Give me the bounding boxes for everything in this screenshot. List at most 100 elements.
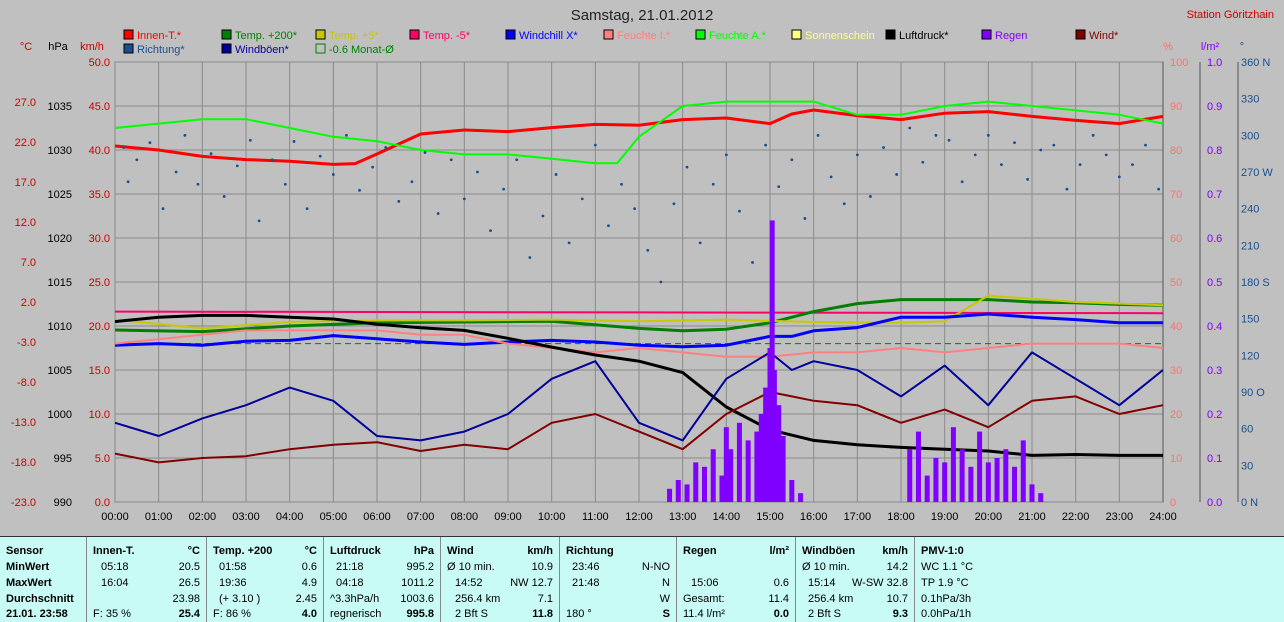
boeen-avg10-label: Ø 10 min. — [802, 561, 850, 573]
stats-col-pmv: PMV-1:0 WC 1.1 °C TP 1.9 °C 0.1hPa/3h 0.… — [915, 537, 1015, 622]
innen-now: 25.4 — [178, 608, 200, 620]
direction-point — [148, 141, 152, 145]
druck-trend: ^3.3hPa/h — [330, 593, 380, 605]
rain-bar — [924, 475, 930, 502]
rain-bar — [702, 466, 707, 502]
wind-distance: 256.4 km — [455, 593, 501, 605]
temp-min-value: 0.6 — [301, 561, 317, 573]
humidity_pct-tick-label: 90 — [1170, 101, 1182, 113]
rain-bar — [1029, 484, 1035, 502]
rain_lm2-tick-label: 0.9 — [1207, 101, 1222, 113]
direction-point — [410, 180, 414, 184]
boeen-avg10-value: 14.2 — [886, 561, 908, 573]
direction-point — [1091, 133, 1095, 137]
direction-point — [790, 158, 794, 162]
direction-point — [122, 146, 126, 149]
boeen-distance: 256.4 km — [808, 593, 854, 605]
direction-point — [659, 280, 663, 284]
rain-bar — [780, 436, 786, 502]
pressure_hpa-tick-label: 990 — [54, 497, 72, 509]
direction-point — [515, 158, 519, 162]
wind_kmh-tick-label: 25.0 — [89, 277, 110, 289]
legend-label: Windchill X* — [519, 30, 578, 42]
druck-forecast: regnerisch — [330, 608, 382, 620]
wind-unit: km/h — [527, 545, 553, 557]
pmv-trend-3h: 0.1hPa/3h — [921, 593, 972, 605]
legend-label: -0.6 Monat-Ø — [329, 44, 394, 56]
direction-point — [908, 126, 912, 130]
rain-bar — [719, 475, 725, 502]
direction-point — [183, 133, 187, 137]
pressure_hpa-tick-label: 995 — [54, 453, 72, 465]
direction-point — [283, 182, 287, 186]
temp_c-tick-label: 2.0 — [21, 297, 36, 309]
direction-point — [135, 158, 139, 162]
rain-bar — [985, 462, 991, 502]
rain-bar — [710, 449, 716, 502]
humidity_pct-tick-label: 60 — [1170, 233, 1182, 245]
rain_lm2-tick-label: 0.1 — [1207, 453, 1222, 465]
direction-point — [222, 195, 226, 198]
pressure_hpa-unit-label: hPa — [48, 41, 68, 53]
humidity_pct-tick-label: 10 — [1170, 453, 1182, 465]
direction-point — [397, 199, 401, 203]
temp-now: 4.0 — [301, 608, 317, 620]
rain-bar — [959, 449, 965, 502]
direction-point — [318, 154, 322, 158]
innen-min-value: 20.5 — [178, 561, 200, 573]
pressure_hpa-tick-label: 1035 — [48, 101, 72, 113]
x-tick-label: 12:00 — [625, 511, 653, 523]
direction-tick-label: 150 — [1241, 314, 1259, 326]
direction-point — [436, 212, 440, 215]
direction-point — [384, 146, 388, 149]
direction-point — [738, 209, 741, 213]
temp-max-time: 19:36 — [219, 577, 247, 589]
direction-point — [869, 195, 872, 198]
x-tick-label: 15:00 — [756, 511, 784, 523]
rain-bar — [933, 458, 939, 502]
direction-point — [580, 197, 584, 201]
direction-point — [855, 153, 859, 157]
stats-table: Sensor MinWert MaxWert Durchschnitt 21.0… — [0, 536, 1284, 622]
min-label: MinWert — [6, 561, 50, 573]
stats-col-wind: Wind km/h Ø 10 min. 10.9 14:52 NW 12.7 256.… — [441, 537, 560, 622]
wind-avg: 7.1 — [537, 593, 553, 605]
rain-bar — [789, 480, 795, 502]
direction-point — [816, 133, 820, 137]
rain_lm2-tick-label: 0.7 — [1207, 189, 1222, 201]
humidity_pct-tick-label: 80 — [1170, 145, 1182, 157]
legend-label: Temp. +5* — [329, 30, 380, 42]
temp_c-tick-label: -3.0 — [17, 337, 36, 349]
wind-now: 11.8 — [532, 608, 553, 620]
legend-swatch — [505, 29, 516, 40]
legend-swatch — [409, 29, 420, 40]
legend-swatch — [885, 29, 896, 40]
pressure_hpa-tick-label: 1005 — [48, 365, 72, 377]
regen-now: 0.0 — [773, 608, 789, 620]
x-tick-label: 24:00 — [1149, 511, 1177, 523]
innen-unit: °C — [187, 545, 200, 557]
direction-point — [502, 187, 506, 191]
boeen-bft: 2 Bft S — [808, 608, 842, 620]
x-tick-label: 03:00 — [232, 511, 260, 523]
pmv-windchill: WC 1.1 °C — [921, 561, 974, 573]
legend-label: Windböen* — [235, 44, 290, 56]
direction-point — [1000, 163, 1003, 167]
wind-max-time: 14:52 — [455, 577, 483, 589]
pmv-head: PMV-1:0 — [921, 545, 964, 557]
rain-bar — [684, 484, 690, 502]
wind_kmh-tick-label: 20.0 — [89, 321, 110, 333]
chart-axes: 00:00 01:00 02:00 03:00 04:00 05:00 06:00 07:00… — [11, 41, 1273, 523]
regen-total-label: Gesamt: — [683, 593, 725, 605]
station-name: Station Göritzhain — [1187, 9, 1274, 21]
innen-max-value: 26.5 — [178, 577, 200, 589]
rain-bar — [1020, 440, 1026, 502]
rain-bar — [667, 488, 673, 502]
direction-point — [646, 248, 650, 252]
legend-swatch — [791, 29, 802, 40]
legend-label: Temp. -5* — [423, 30, 471, 42]
direction-point — [1144, 143, 1147, 147]
stats-col-boeen: Windböen km/h Ø 10 min. 14.2 15:14 W-SW 32.… — [796, 537, 915, 622]
wind-max-value: NW 12.7 — [510, 577, 553, 589]
temp_c-tick-label: 22.0 — [15, 137, 36, 149]
